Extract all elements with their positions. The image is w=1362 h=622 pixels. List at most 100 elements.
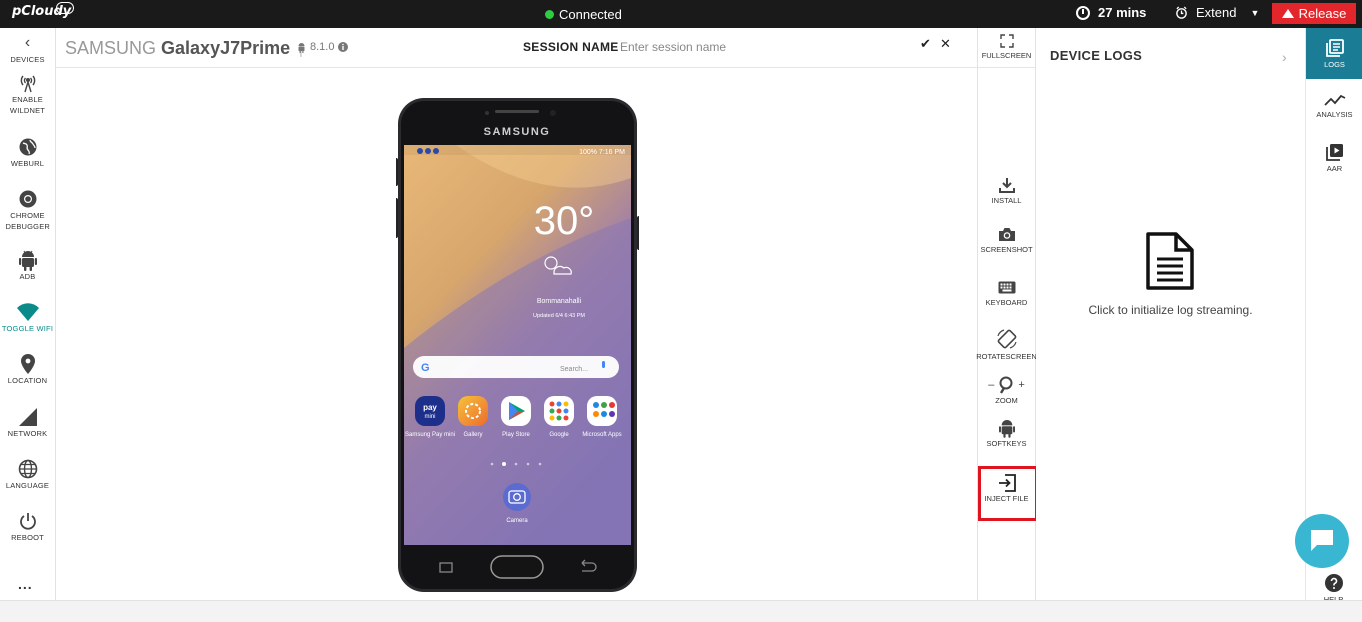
svg-text:pay: pay [423, 403, 437, 412]
sidebar-item-network[interactable]: NETWORK [0, 406, 55, 439]
extend-button[interactable]: Extend ▼ [1175, 5, 1259, 20]
status-dot-icon [545, 10, 554, 19]
sidebar-item-adb[interactable]: ADB [0, 249, 55, 282]
extend-label: Extend [1196, 5, 1237, 20]
release-label: Release [1298, 6, 1347, 21]
toolbar-label: INSTALL [991, 196, 1022, 205]
phone-device[interactable]: SAMSUNG 100% 7:16 PM 30° Bommanahalli Up… [396, 98, 639, 592]
check-icon[interactable]: ✔ [920, 36, 931, 52]
screenshot-button[interactable]: SCREENSHOT [978, 223, 1035, 255]
app-label: Samsung Pay mini [405, 432, 455, 438]
rail-item-analysis[interactable]: ANALYSIS [1306, 80, 1362, 131]
sidebar-item-label: TOGGLE WIFI [1, 324, 54, 333]
bottom-strip [0, 600, 1362, 622]
sidebar-item-label: ADB [19, 272, 36, 281]
device-logs-title: DEVICE LOGS [1050, 48, 1143, 63]
eject-icon [1281, 9, 1294, 18]
sidebar-item-label: ENABLE WILDNET [9, 95, 46, 115]
rail-item-aar[interactable]: AAR [1306, 132, 1362, 183]
google-search-placeholder: Search... [560, 366, 588, 373]
android-icon [18, 249, 37, 271]
top-bar: pCloudy Connected 27 mins Extend ▼ Relea… [0, 0, 1362, 28]
fullscreen-icon [999, 34, 1014, 48]
stopwatch-icon [1076, 5, 1090, 20]
zoom-control[interactable]: – + ZOOM [978, 374, 1035, 406]
weather-location: Bommanahalli [537, 298, 582, 305]
timer-text: 27 mins [1098, 5, 1147, 20]
zoom-controls-row: – + [988, 374, 1025, 396]
chat-button[interactable] [1295, 514, 1349, 568]
zoom-in-button[interactable]: + [1018, 379, 1024, 391]
app-camera[interactable]: Camera [503, 483, 531, 524]
app-microsoft-folder[interactable]: Microsoft Apps [582, 396, 622, 438]
cloud-icon [56, 2, 74, 14]
close-icon[interactable]: ✕ [940, 36, 951, 52]
sidebar-item-reboot[interactable]: REBOOT [0, 510, 55, 543]
fullscreen-button[interactable]: FULLSCREEN [978, 28, 1035, 68]
keyboard-icon [998, 276, 1016, 298]
sidebar-item-language[interactable]: LANGUAGE [0, 458, 55, 491]
left-sidebar: ‹ DEVICES ENABLE WILDNET WEBURL CHROME D… [0, 28, 56, 600]
rail-label: AAR [1326, 163, 1343, 173]
log-streaming-message[interactable]: Click to initialize log streaming. [1036, 303, 1305, 317]
sidebar-item-label: REBOOT [11, 533, 44, 542]
android-icon [298, 42, 305, 53]
device-model: GalaxyJ7Prime [161, 38, 291, 58]
sidebar-item-devices[interactable]: ‹ DEVICES [0, 32, 55, 65]
toolbar-label: KEYBOARD [985, 298, 1028, 307]
android-version: 8.1.0 [297, 41, 349, 53]
session-name-input[interactable] [620, 38, 910, 56]
sidebar-item-enable-wildnet[interactable]: ENABLE WILDNET [0, 72, 55, 116]
location-pin-icon [20, 353, 35, 375]
sidebar-item-toggle-wifi[interactable]: TOGGLE WIFI [0, 301, 55, 334]
app-play-store[interactable]: Play Store [501, 396, 531, 438]
sidebar-item-label: WEBURL [10, 159, 45, 168]
chevron-right-icon[interactable]: › [1282, 49, 1287, 65]
app-label: Camera [506, 518, 528, 524]
alarm-clock-icon [1176, 6, 1187, 19]
document-icon[interactable] [1144, 231, 1196, 291]
sidebar-item-label: LANGUAGE [5, 481, 50, 490]
release-button[interactable]: Release [1272, 3, 1356, 24]
wifi-icon [16, 301, 39, 323]
zoom-icon [999, 376, 1013, 394]
session-timer: 27 mins [1076, 5, 1146, 20]
info-icon[interactable] [338, 42, 349, 52]
google-search-bar[interactable]: G Search... [413, 356, 619, 378]
language-globe-icon [18, 458, 38, 480]
version-text: 8.1.0 [310, 41, 335, 53]
rail-label: ANALYSIS [1316, 109, 1353, 119]
keyboard-button[interactable]: KEYBOARD [978, 276, 1035, 308]
network-icon [18, 406, 37, 428]
sidebar-item-label: CHROME DEBUGGER [5, 211, 51, 231]
connection-status-text: Connected [559, 7, 622, 22]
rotate-screen-button[interactable]: ROTATESCREEN [976, 326, 1037, 362]
device-toolbar: FULLSCREEN INSTALL SCREENSHOT KEYBOARD R… [976, 28, 1038, 600]
help-icon [1324, 574, 1343, 592]
zoom-out-button[interactable]: – [988, 379, 994, 391]
sidebar-item-label: NETWORK [7, 429, 48, 438]
logs-icon [1325, 38, 1344, 57]
app-label: Gallery [463, 432, 482, 438]
more-options-icon[interactable]: ... [18, 576, 33, 592]
sidebar-item-chrome-debugger[interactable]: CHROME DEBUGGER [0, 188, 55, 232]
rail-item-logs[interactable]: LOGS [1306, 28, 1362, 79]
weather-temperature: 30° [534, 199, 595, 243]
phone-home-button[interactable] [490, 555, 544, 579]
app-label: Play Store [502, 432, 530, 438]
sidebar-item-weburl[interactable]: WEBURL [0, 136, 55, 169]
rotate-icon [996, 326, 1018, 352]
phone-status-bar: 100% 7:16 PM [579, 149, 625, 156]
connection-status: Connected [545, 7, 622, 22]
phone-brand-text: SAMSUNG [484, 126, 551, 138]
softkeys-button[interactable]: SOFTKEYS [978, 417, 1035, 449]
toolbar-label: ZOOM [995, 396, 1018, 405]
wildnet-icon [18, 72, 38, 94]
camera-icon [998, 223, 1016, 245]
sidebar-item-location[interactable]: LOCATION [0, 353, 55, 386]
session-name-label: SESSION NAME [523, 40, 619, 54]
install-button[interactable]: INSTALL [978, 174, 1035, 206]
chat-icon [1311, 530, 1333, 551]
chrome-icon [18, 188, 38, 210]
caret-down-icon: ▼ [1250, 7, 1260, 18]
